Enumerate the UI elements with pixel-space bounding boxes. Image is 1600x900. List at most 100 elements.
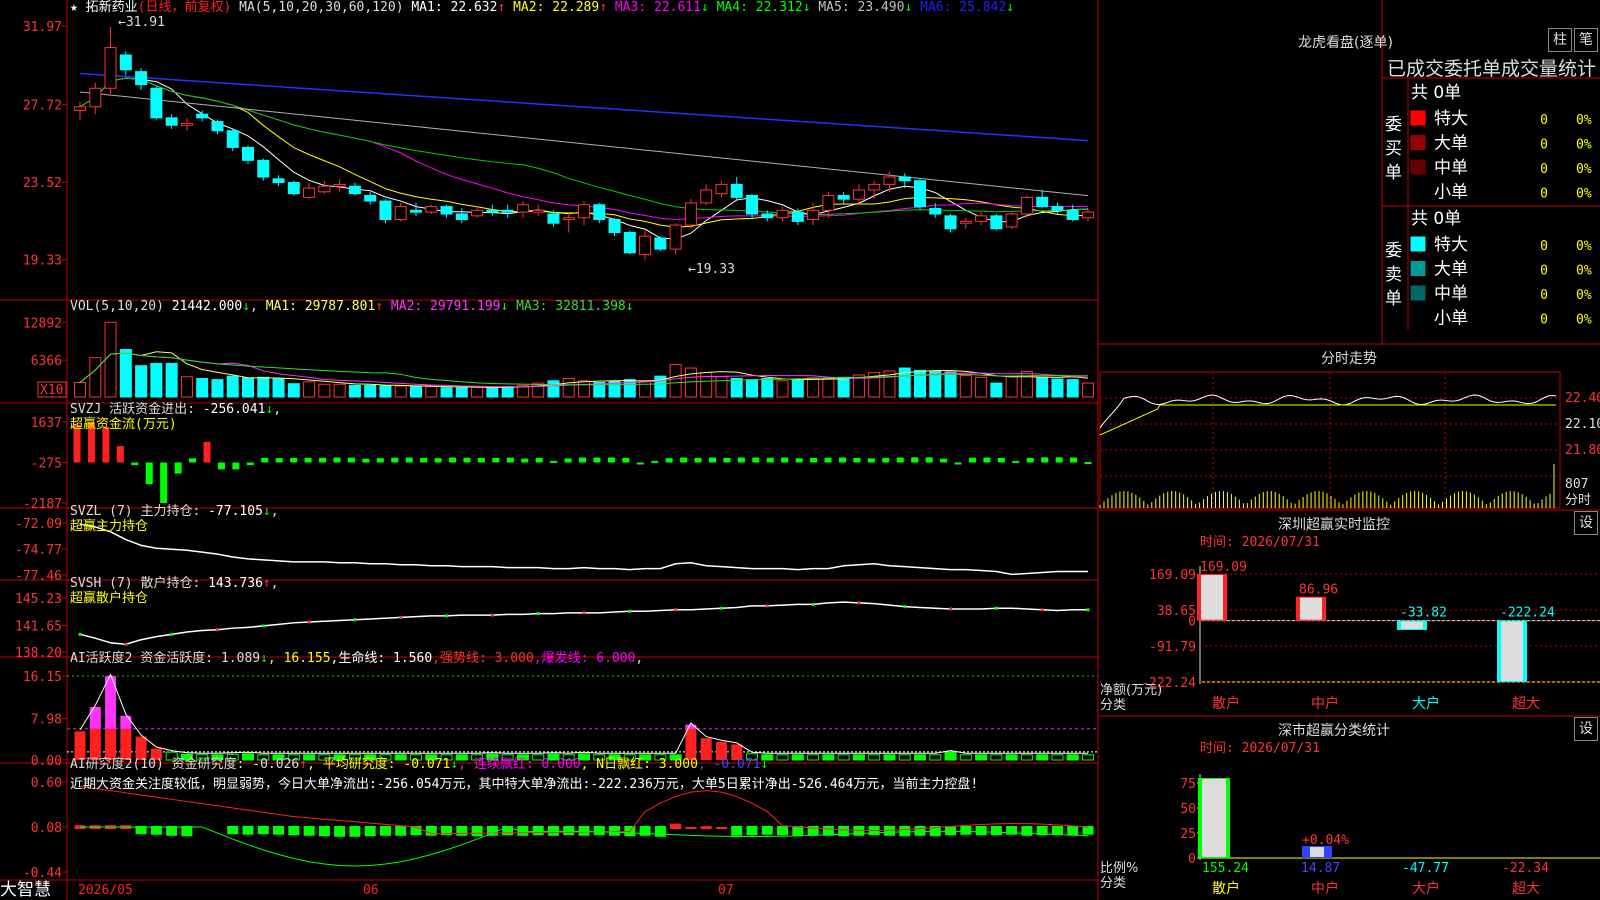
vol-bar [730, 377, 743, 398]
svzj-bar [376, 458, 384, 463]
ai2-bar [746, 826, 758, 836]
svsh-title: SVSH (7) 散户持仓: [70, 576, 201, 591]
svsh-line [79, 601, 1088, 646]
candle-body [348, 185, 361, 195]
cls-tick-label: 75 [1180, 777, 1196, 792]
sell-row-percent: 0% [1576, 288, 1592, 303]
buy-row-percent: 0% [1576, 138, 1592, 153]
ai1-bar [868, 754, 881, 761]
ai1-bar [807, 754, 820, 761]
candle-body [929, 207, 942, 215]
sell-swatch [1410, 285, 1426, 301]
ai1-bar [929, 754, 942, 761]
ma-header: MA(5,10,20,30,60,120) [239, 0, 404, 15]
ai2-bar [1067, 826, 1079, 836]
bar-mode-button[interactable]: 柱 [1548, 28, 1572, 52]
vol-ma3-arrow: ↓ [625, 299, 634, 314]
buy-row-label: 小单 [1434, 183, 1468, 203]
tick-mode-button[interactable]: 笔 [1574, 28, 1598, 52]
vol-bar [180, 376, 193, 398]
candle-body [791, 211, 804, 222]
svzj-title: SVZJ 活跃资金进出: [70, 402, 195, 417]
svzj-bar [1070, 457, 1078, 463]
ma-values: MA1: 22.632↑ MA2: 22.289↑ MA3: 22.611↓ M… [411, 0, 1014, 15]
vol-ma3-value: MA3: 32811.398 [508, 299, 626, 314]
candle-body [211, 121, 224, 132]
vol-ma-values: MA1: 29787.801↑ MA2: 29791.199 ↓ MA3: 328… [266, 299, 634, 314]
ai1-bar [883, 754, 896, 761]
candle-body [807, 209, 820, 221]
vol-unit-label: X10 [40, 383, 63, 398]
svsh-tick-label: 141.65 [15, 619, 62, 634]
ai2-bar [639, 826, 651, 836]
ai1-tick-label: 7.98 [31, 712, 62, 727]
svzj-bar [651, 460, 659, 463]
cls-value-label: -47.77 [1402, 861, 1449, 876]
ai2-bar [257, 826, 269, 835]
svzj-bar [434, 458, 442, 463]
svzj-bar [723, 457, 731, 463]
svzj-arrow: ↓ [265, 402, 274, 417]
svzj-bar [997, 457, 1005, 463]
sz-bar-highlight [1501, 621, 1523, 681]
ai1-bar [1005, 754, 1018, 761]
candle-body [975, 215, 988, 222]
candle-body [700, 189, 713, 204]
vol-ma1-arrow: ↑ [375, 299, 384, 314]
buy-row-percent: 0% [1576, 113, 1592, 128]
ai1-part-0: AI活跃度2 资金活跃度: 1.089 [70, 651, 261, 666]
candle-body [1066, 209, 1079, 221]
svsh-marker [582, 611, 586, 615]
vol-bar [89, 357, 102, 398]
stock-name[interactable]: 拓新药业 [86, 0, 138, 15]
ai2-tick-label: 0.60 [31, 776, 62, 791]
ai1-bar [975, 754, 988, 761]
order-table-title: 已成交委托单成交量统计 [1387, 58, 1597, 80]
sz-time: 时间: 2026/07/31 [1200, 535, 1320, 550]
vol-ma1-value: MA1: 29787.801 [265, 299, 376, 314]
candle-body [669, 224, 682, 250]
svzj-bar [766, 457, 774, 463]
candle-body [959, 220, 972, 224]
candle-body [119, 54, 132, 71]
svzj-bar [160, 462, 168, 503]
ma4-value: MA4: 22.312 [708, 0, 803, 15]
svzl-tick-label: -72.09 [15, 517, 62, 532]
buy-side-label: 买 [1385, 139, 1402, 159]
ai2-bar [975, 826, 987, 836]
sell-row-label: 小单 [1434, 309, 1468, 329]
ai2-bar [670, 823, 682, 829]
sz-value-label: -33.82 [1400, 606, 1447, 621]
svzl-arrow: ↓ [262, 504, 271, 519]
candle-body [639, 235, 652, 256]
candle-body [1005, 213, 1018, 228]
cls-settings-button[interactable]: 设 [1574, 717, 1598, 741]
svzj-bar [246, 462, 254, 466]
svzj-bar [1084, 462, 1092, 465]
sz-category-label: 超大 [1512, 696, 1540, 712]
cls-bar-mid-highlight [1310, 847, 1324, 857]
cls-xlabel: 分类 [1100, 876, 1126, 891]
candle-body [165, 117, 178, 126]
candle-body [761, 213, 774, 219]
ai1-bar [959, 754, 972, 761]
date-label-may: 2026/05 [78, 883, 133, 898]
svzj-bar [492, 457, 500, 463]
vol-bar [746, 379, 758, 398]
cls-tick-label: 0 [1188, 852, 1196, 867]
ai2-bar [1082, 826, 1094, 835]
vol-bar [150, 362, 163, 398]
candle-body [746, 194, 758, 215]
vol-bar [196, 377, 209, 398]
sz-settings-button[interactable]: 设 [1574, 511, 1598, 535]
stock-mode[interactable]: (日线，前复权) [138, 0, 232, 15]
ai1-bar-burst [89, 706, 101, 729]
svzj-bar [607, 457, 615, 463]
ai1-bar [914, 754, 926, 761]
vol-bar [1005, 375, 1018, 398]
sz-value-label: 86.96 [1299, 583, 1338, 598]
candle-body [623, 231, 636, 254]
sz-tick-label: 169.09 [1149, 568, 1196, 583]
candle-body [1082, 211, 1094, 219]
svsh-marker [765, 604, 769, 608]
